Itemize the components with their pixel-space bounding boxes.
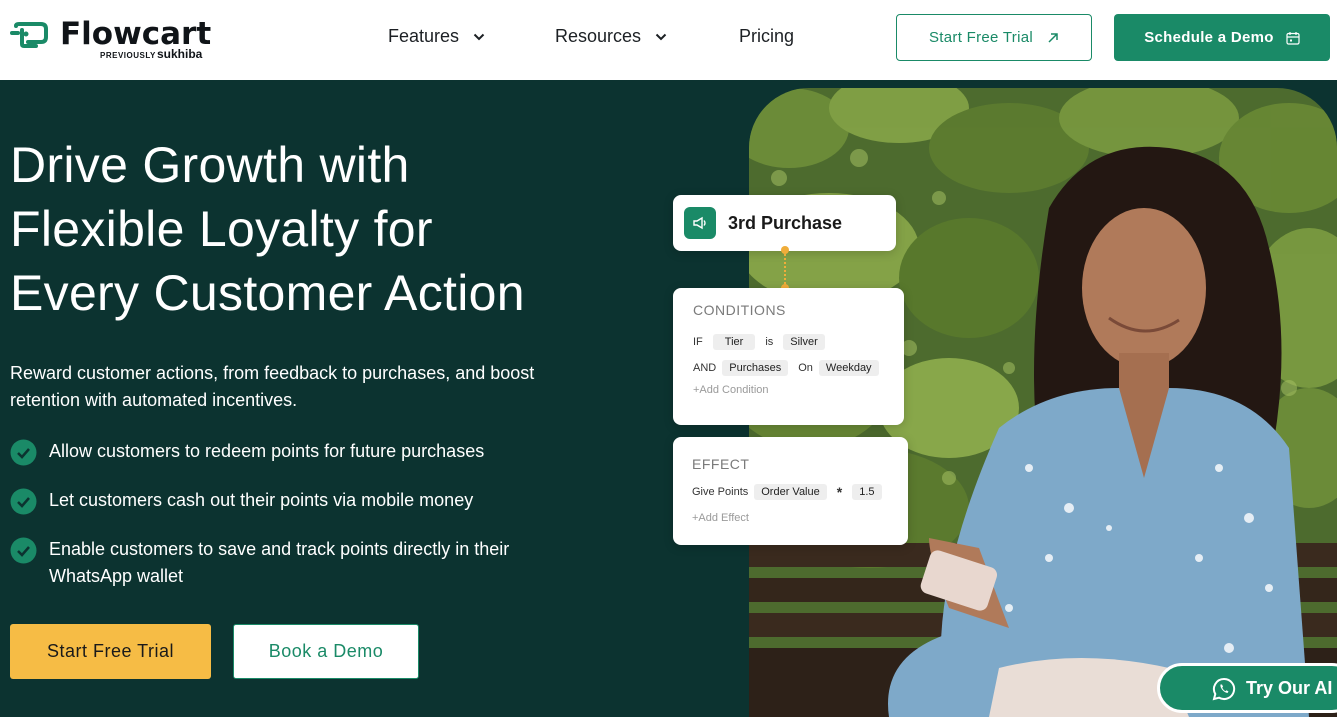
header-start-free-trial-button[interactable]: Start Free Trial [896, 14, 1092, 61]
condition-keyword: IF [693, 336, 703, 348]
connector-dot [781, 246, 789, 254]
condition-value-chip[interactable]: Silver [783, 334, 825, 350]
logo-previously-label: PREVIOUSLY [100, 51, 156, 60]
feature-list: Allow customers to redeem points for fut… [10, 438, 590, 611]
add-condition-link[interactable]: +Add Condition [693, 384, 904, 396]
hero-book-demo-button[interactable]: Book a Demo [233, 624, 419, 679]
condition-field-chip[interactable]: Tier [712, 334, 756, 350]
chevron-down-icon [473, 33, 485, 40]
condition-row: IF Tier is Silver [693, 332, 904, 352]
arrow-up-right-icon [1048, 32, 1058, 43]
header-trial-label: Start Free Trial [929, 29, 1033, 46]
header-schedule-demo-button[interactable]: Schedule a Demo [1114, 14, 1330, 61]
chevron-down-icon [655, 33, 667, 40]
condition-operator: On [798, 362, 813, 374]
logo-former-brand: sukhiba [157, 47, 203, 61]
nav-pricing[interactable]: Pricing [739, 26, 794, 47]
add-effect-link[interactable]: +Add Effect [692, 512, 908, 524]
feature-text: Enable customers to save and track point… [49, 539, 510, 586]
hero-title-line: Flexible Loyalty for [10, 201, 433, 257]
condition-field-chip[interactable]: Purchases [722, 360, 789, 376]
effect-operator: * [836, 484, 843, 500]
conditions-card: CONDITIONS IF Tier is Silver AND Purchas… [673, 288, 904, 425]
effect-heading: EFFECT [692, 456, 750, 472]
whatsapp-icon [1212, 677, 1236, 701]
conditions-heading: CONDITIONS [693, 302, 786, 318]
trigger-label: 3rd Purchase [728, 212, 843, 233]
nav-features[interactable]: Features [388, 26, 485, 47]
effect-field-chip[interactable]: Order Value [754, 484, 827, 500]
effect-action: Give Points [692, 486, 749, 498]
feature-item: Let customers cash out their points via … [10, 487, 590, 515]
condition-keyword: AND [693, 362, 717, 374]
nav-resources[interactable]: Resources [555, 26, 667, 47]
check-circle-icon [10, 537, 37, 564]
flowcart-logo[interactable]: Flowcart PREVIOUSLY sukhiba [10, 14, 220, 66]
nav-resources-label: Resources [555, 26, 642, 46]
hero-start-free-trial-button[interactable]: Start Free Trial [10, 624, 211, 679]
site-header: Flowcart PREVIOUSLY sukhiba Features Res… [0, 0, 1337, 80]
hero-title-line: Drive Growth with [10, 137, 410, 193]
header-demo-label: Schedule a Demo [1144, 29, 1274, 46]
hero-title: Drive Growth with Flexible Loyalty for E… [10, 133, 630, 325]
hero-title-line: Every Customer Action [10, 265, 525, 321]
feature-text: Let customers cash out their points via … [49, 490, 474, 510]
nav-pricing-label: Pricing [739, 26, 795, 46]
hero-subtitle: Reward customer actions, from feedback t… [10, 363, 535, 410]
feature-text: Allow customers to redeem points for fut… [49, 441, 485, 461]
trigger-card: 3rd Purchase [673, 195, 896, 251]
calendar-icon [1286, 31, 1300, 45]
whatsapp-ai-label: Try Our AI [1246, 678, 1333, 698]
condition-row: AND Purchases On Weekday [693, 358, 904, 378]
effect-card: EFFECT Give Points Order Value * 1.5 +Ad… [673, 437, 908, 545]
effect-row: Give Points Order Value * 1.5 [692, 482, 908, 502]
megaphone-icon [684, 207, 716, 239]
whatsapp-ai-button[interactable]: Try Our AI [1157, 663, 1337, 713]
condition-value-chip[interactable]: Weekday [818, 360, 879, 376]
check-circle-icon [10, 439, 37, 466]
feature-item: Enable customers to save and track point… [10, 536, 590, 590]
check-circle-icon [10, 488, 37, 515]
condition-operator: is [765, 336, 774, 348]
nav-features-label: Features [388, 26, 460, 46]
feature-item: Allow customers to redeem points for fut… [10, 438, 590, 466]
effect-value-chip[interactable]: 1.5 [852, 484, 882, 500]
flowcart-logo-icon [10, 22, 48, 48]
trigger-connector [784, 250, 786, 288]
